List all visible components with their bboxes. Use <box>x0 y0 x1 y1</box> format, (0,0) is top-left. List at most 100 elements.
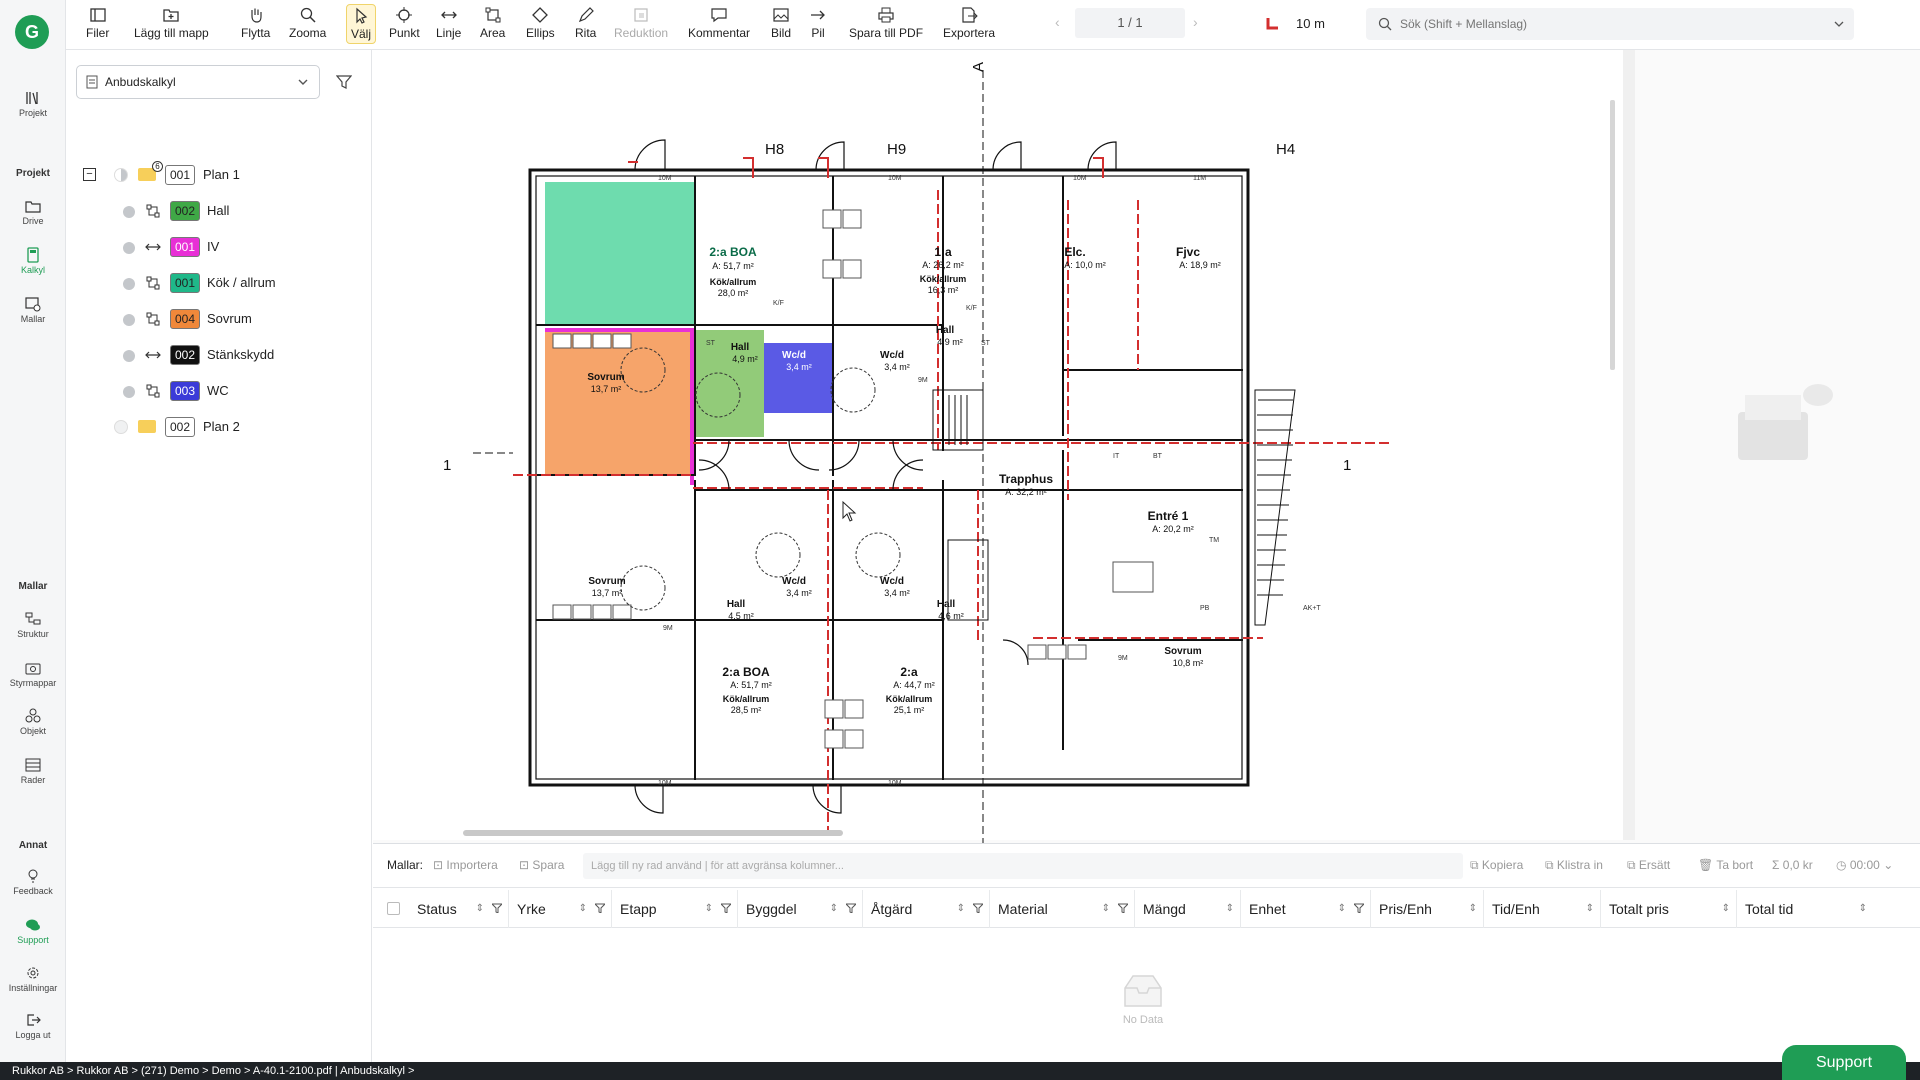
area-button[interactable]: Area <box>480 6 505 40</box>
filter-icon[interactable] <box>595 903 605 913</box>
visibility-dot-icon[interactable] <box>123 206 135 218</box>
collapse-icon[interactable]: − <box>83 168 96 181</box>
nav-kalkyl[interactable]: Kalkyl <box>0 247 66 275</box>
tree-row-sovrum[interactable]: 004 Sovrum <box>66 304 372 334</box>
tree-row-hall[interactable]: 002 Hall <box>66 196 372 226</box>
sort-icon[interactable]: ⇕ <box>476 890 484 928</box>
area-kok-allrum[interactable] <box>545 182 695 324</box>
import-button[interactable]: ⊡ Importera <box>433 858 498 872</box>
prev-page-icon[interactable]: ‹ <box>1055 14 1060 30</box>
image-button[interactable]: Bild <box>771 6 791 40</box>
nav-support[interactable]: Support <box>0 917 66 945</box>
copy-button[interactable]: ⧉ Kopiera <box>1470 858 1523 873</box>
area-hall[interactable] <box>694 330 764 437</box>
sort-icon[interactable]: ⇕ <box>1469 890 1477 928</box>
tree-row-plan-2[interactable]: 002 Plan 2 <box>66 412 372 442</box>
filter-icon[interactable] <box>492 903 502 913</box>
save-pdf-button[interactable]: Spara till PDF <box>849 6 923 40</box>
filter-icon[interactable] <box>721 903 731 913</box>
visibility-toggle-icon[interactable] <box>114 420 128 434</box>
visibility-dot-icon[interactable] <box>123 242 135 254</box>
nav-logga-ut[interactable]: Logga ut <box>0 1012 66 1040</box>
visibility-dot-icon[interactable] <box>123 350 135 362</box>
export-button[interactable]: Exportera <box>943 6 995 40</box>
next-page-icon[interactable]: › <box>1193 14 1198 30</box>
tree-row-plan-1[interactable]: − 6 001 Plan 1 <box>66 160 372 190</box>
line-button[interactable]: Linje <box>436 6 461 40</box>
move-button[interactable]: Flytta <box>241 6 270 40</box>
sort-icon[interactable]: ⇕ <box>705 890 713 928</box>
column-atgard[interactable]: Åtgärd ⇕ <box>863 890 990 928</box>
select-all-checkbox[interactable] <box>387 902 400 915</box>
column-etapp[interactable]: Etapp ⇕ <box>612 890 738 928</box>
area-sovrum[interactable] <box>545 330 690 475</box>
visibility-dot-icon[interactable] <box>123 314 135 326</box>
draw-button[interactable]: Rita <box>575 6 596 40</box>
app-logo[interactable]: G <box>15 15 49 49</box>
column-byggdel[interactable]: Byggdel ⇕ <box>738 890 863 928</box>
point-button[interactable]: Punkt <box>389 6 420 40</box>
column-status[interactable]: Status ⇕ <box>409 890 509 928</box>
column-yrke[interactable]: Yrke ⇕ <box>509 890 612 928</box>
tree-row-kok-allrum[interactable]: 001 Kök / allrum <box>66 268 372 298</box>
sort-icon[interactable]: ⇕ <box>1226 890 1234 928</box>
nav-installningar[interactable]: Inställningar <box>0 965 66 993</box>
visibility-dot-icon[interactable] <box>123 278 135 290</box>
nav-feedback[interactable]: Feedback <box>0 868 66 896</box>
replace-button[interactable]: ⧉ Ersätt <box>1627 858 1670 873</box>
add-folder-button[interactable]: Lägg till mapp <box>134 6 209 40</box>
paste-button[interactable]: ⧉ Klistra in <box>1545 858 1603 873</box>
new-row-input[interactable]: Lägg till ny rad använd | för att avgrän… <box>583 853 1463 879</box>
sort-icon[interactable]: ⇕ <box>1859 890 1867 928</box>
sort-icon[interactable]: ⇕ <box>957 890 965 928</box>
files-button[interactable]: Filer <box>86 6 109 40</box>
nav-styrmappar[interactable]: Styrmappar <box>0 660 66 688</box>
sort-icon[interactable]: ⇕ <box>1586 890 1594 928</box>
drawing-canvas[interactable]: H8 H9 H4 A 1 1 2:a BOA A: 51,7 m² Kök/al… <box>373 50 1920 843</box>
total-time[interactable]: ◷ 00:00 ⌄ <box>1836 858 1893 872</box>
search-input[interactable] <box>1400 14 1820 34</box>
sort-icon[interactable]: ⇕ <box>1338 890 1346 928</box>
column-material[interactable]: Material ⇕ <box>990 890 1135 928</box>
column-tid-enh[interactable]: Tid/Enh ⇕ <box>1484 890 1601 928</box>
column-pris-enh[interactable]: Pris/Enh ⇕ <box>1371 890 1484 928</box>
column-total-tid[interactable]: Total tid ⇕ <box>1737 890 1873 928</box>
filter-icon[interactable] <box>336 74 352 90</box>
column-enhet[interactable]: Enhet ⇕ <box>1241 890 1371 928</box>
page-indicator[interactable]: 1 / 1 <box>1075 8 1185 38</box>
nav-drive[interactable]: Drive <box>0 198 66 226</box>
column-mangd[interactable]: Mängd ⇕ <box>1135 890 1241 928</box>
zoom-button[interactable]: Zooma <box>289 6 326 40</box>
filter-icon[interactable] <box>846 903 856 913</box>
nav-rader[interactable]: Rader <box>0 757 66 785</box>
tree-row-iv[interactable]: 001 IV <box>66 232 372 262</box>
save-template-button[interactable]: ⊡ Spara <box>519 858 564 872</box>
horizontal-scrollbar[interactable] <box>463 830 843 836</box>
chevron-down-icon[interactable] <box>1834 19 1844 29</box>
filter-icon[interactable] <box>1118 903 1128 913</box>
sort-icon[interactable]: ⇕ <box>830 890 838 928</box>
delete-button[interactable]: 🗑 Ta bort <box>1698 858 1753 872</box>
sort-icon[interactable]: ⇕ <box>579 890 587 928</box>
column-totalt-pris[interactable]: Totalt pris ⇕ <box>1601 890 1737 928</box>
sort-icon[interactable]: ⇕ <box>1722 890 1730 928</box>
nav-mallar[interactable]: Mallar <box>0 296 66 324</box>
breadcrumb[interactable]: Rukkor AB > Rukkor AB > (271) Demo > Dem… <box>0 1062 1920 1080</box>
nav-projekt[interactable]: Projekt <box>0 90 66 118</box>
nav-struktur[interactable]: Struktur <box>0 611 66 639</box>
visibility-toggle-icon[interactable] <box>114 168 128 182</box>
calculation-selector[interactable]: Anbudskalkyl <box>76 65 320 99</box>
nav-objekt[interactable]: Objekt <box>0 708 66 736</box>
ellipse-button[interactable]: Ellips <box>526 6 555 40</box>
reduction-button[interactable]: Reduktion <box>614 6 668 40</box>
arrow-button[interactable]: Pil <box>809 6 827 40</box>
sort-icon[interactable]: ⇕ <box>1102 890 1110 928</box>
tree-row-stankskydd[interactable]: 002 Stänkskydd <box>66 340 372 370</box>
select-button[interactable]: Välj <box>346 4 377 44</box>
tree-row-wc[interactable]: 003 WC <box>66 376 372 406</box>
visibility-dot-icon[interactable] <box>123 386 135 398</box>
comment-button[interactable]: Kommentar <box>688 6 750 40</box>
filter-icon[interactable] <box>1354 903 1364 913</box>
support-button[interactable]: Support <box>1782 1045 1906 1080</box>
filter-icon[interactable] <box>973 903 983 913</box>
